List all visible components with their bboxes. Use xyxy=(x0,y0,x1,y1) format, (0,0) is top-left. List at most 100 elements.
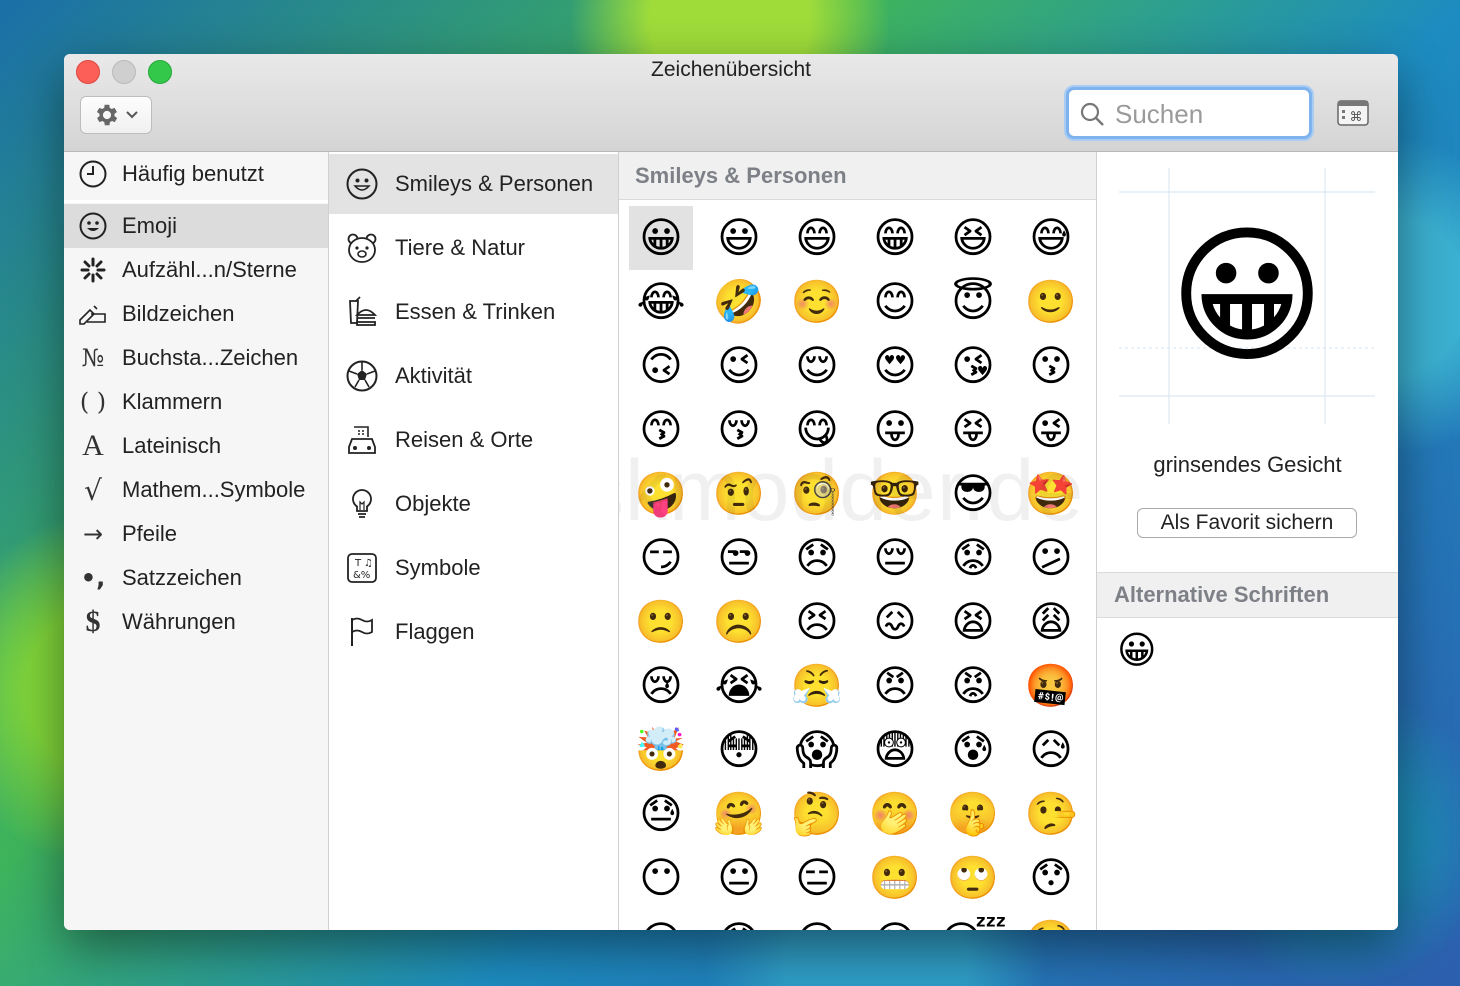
emoji-cell[interactable]: 🤔 xyxy=(785,782,849,846)
emoji-cell[interactable]: 😣 xyxy=(785,590,849,654)
emoji-cell[interactable]: 😄 xyxy=(785,206,849,270)
emoji-cell[interactable]: 😎 xyxy=(941,462,1005,526)
emoji-cell[interactable]: 😲 xyxy=(863,910,927,931)
emoji-cell[interactable]: 😱 xyxy=(785,718,849,782)
emoji-cell[interactable]: 🤭 xyxy=(863,782,927,846)
emoji-cell[interactable]: 😊 xyxy=(863,270,927,334)
emoji-cell[interactable]: 🤥 xyxy=(1019,782,1083,846)
category-tiere[interactable]: Tiere & Natur xyxy=(329,218,618,278)
emoji-cell[interactable]: 🤫 xyxy=(941,782,1005,846)
emoji-cell[interactable]: 😤 xyxy=(785,654,849,718)
emoji-cell[interactable]: 😀 xyxy=(629,206,693,270)
sidebar-item-buchstaben[interactable]: № Buchsta...Zeichen xyxy=(64,336,328,380)
emoji-cell[interactable]: 😯 xyxy=(1019,846,1083,910)
sidebar-item-bildzeichen[interactable]: Bildzeichen xyxy=(64,292,328,336)
emoji-cell[interactable]: 😗 xyxy=(1019,334,1083,398)
emoji-cell[interactable]: 😮 xyxy=(785,910,849,931)
emoji-cell[interactable]: 😘 xyxy=(941,334,1005,398)
emoji-cell[interactable]: 😋 xyxy=(785,398,849,462)
emoji-cell[interactable]: 😨 xyxy=(863,718,927,782)
category-label: Essen & Trinken xyxy=(395,299,556,324)
search-field[interactable] xyxy=(1066,87,1312,139)
keyboard-viewer-button[interactable]: ⌘ xyxy=(1336,98,1370,128)
divider xyxy=(64,200,328,203)
settings-menu-button[interactable] xyxy=(80,96,152,134)
emoji-cell[interactable]: 😬 xyxy=(863,846,927,910)
emoji-cell[interactable]: 😳 xyxy=(707,718,771,782)
emoji-cell[interactable]: 🙄 xyxy=(941,846,1005,910)
emoji-cell[interactable]: 😓 xyxy=(629,782,693,846)
emoji-cell[interactable]: 😖 xyxy=(863,590,927,654)
emoji-cell[interactable]: 😍 xyxy=(863,334,927,398)
emoji-cell[interactable]: 😛 xyxy=(863,398,927,462)
emoji-cell[interactable]: 😫 xyxy=(941,590,1005,654)
emoji-cell[interactable]: 🧐 xyxy=(785,462,849,526)
emoji-cell[interactable]: 😞 xyxy=(785,526,849,590)
category-reisen[interactable]: Reisen & Orte xyxy=(329,410,618,470)
sidebar-item-emoji[interactable]: Emoji xyxy=(64,204,328,248)
emoji-cell[interactable]: 😢 xyxy=(629,654,693,718)
emoji-cell[interactable]: 😝 xyxy=(941,398,1005,462)
emoji-cell[interactable]: 🤗 xyxy=(707,782,771,846)
emoji-cell[interactable]: 😴 xyxy=(939,910,1006,931)
emoji-cell[interactable]: 🤪 xyxy=(629,462,693,526)
emoji-cell[interactable]: 😆 xyxy=(941,206,1005,270)
category-aktivitaet[interactable]: Aktivität xyxy=(329,346,618,406)
category-symbole[interactable]: T ♫ &% Symbole xyxy=(329,538,618,598)
emoji-cell[interactable]: 😦 xyxy=(629,910,693,931)
sidebar-item-satzzeichen[interactable]: •, Satzzeichen xyxy=(64,556,328,600)
emoji-cell[interactable]: 😅 xyxy=(1019,206,1083,270)
emoji-cell[interactable]: 😭 xyxy=(707,654,771,718)
emoji-cell[interactable]: 🙁 xyxy=(629,590,693,654)
sidebar-item-pfeile[interactable]: → Pfeile xyxy=(64,512,328,556)
emoji-cell[interactable]: ☹️ xyxy=(707,590,771,654)
sidebar-item-lateinisch[interactable]: A Lateinisch xyxy=(64,424,328,468)
emoji-cell[interactable]: 🙃 xyxy=(629,334,693,398)
search-input[interactable] xyxy=(1113,96,1307,132)
emoji-cell[interactable]: 😐 xyxy=(707,846,771,910)
emoji-cell[interactable]: 🤬 xyxy=(1019,654,1083,718)
emoji-cell[interactable]: 😡 xyxy=(941,654,1005,718)
category-objekte[interactable]: Objekte xyxy=(329,474,618,534)
alternative-font-emoji[interactable]: 😀 xyxy=(1117,632,1157,670)
emoji-cell[interactable]: 🤤 xyxy=(1019,910,1083,931)
emoji-cell[interactable]: 😏 xyxy=(629,526,693,590)
emoji-cell[interactable]: 😒 xyxy=(707,526,771,590)
emoji-cell[interactable]: 😃 xyxy=(707,206,771,270)
category-essen[interactable]: Essen & Trinken xyxy=(329,282,618,342)
sidebar-item-klammern[interactable]: ( ) Klammern xyxy=(64,380,328,424)
emoji-cell[interactable]: 😶 xyxy=(629,846,693,910)
sidebar-item-haeufig[interactable]: Häufig benutzt xyxy=(64,152,328,196)
emoji-cell[interactable]: 🤓 xyxy=(863,462,927,526)
category-smileys[interactable]: Smileys & Personen xyxy=(329,154,618,214)
emoji-cell[interactable]: 🤩 xyxy=(1019,462,1083,526)
emoji-cell[interactable]: 😠 xyxy=(863,654,927,718)
sidebar-item-waehrungen[interactable]: $ Währungen xyxy=(64,600,328,644)
sidebar-item-mathe[interactable]: √ Mathem...Symbole xyxy=(64,468,328,512)
emoji-cell[interactable]: 😟 xyxy=(941,526,1005,590)
add-favorite-button[interactable]: Als Favorit sichern xyxy=(1137,508,1357,538)
emoji-cell[interactable]: 🤨 xyxy=(707,462,771,526)
emoji-cell[interactable]: 😕 xyxy=(1019,526,1083,590)
emoji-cell[interactable]: 🤯 xyxy=(629,718,693,782)
emoji-cell[interactable]: 🙂 xyxy=(1019,270,1083,334)
emoji-cell[interactable]: 😌 xyxy=(785,334,849,398)
emoji-cell[interactable]: 🤣 xyxy=(707,270,771,334)
character-name: grinsendes Gesicht xyxy=(1153,452,1342,477)
emoji-cell[interactable]: ☺️ xyxy=(785,270,849,334)
emoji-cell[interactable]: 😚 xyxy=(707,398,771,462)
emoji-cell[interactable]: 😂 xyxy=(629,270,693,334)
emoji-cell[interactable]: 😩 xyxy=(1019,590,1083,654)
emoji-cell[interactable]: 😇 xyxy=(941,270,1005,334)
emoji-cell[interactable]: 😁 xyxy=(863,206,927,270)
emoji-cell[interactable]: 😉 xyxy=(707,334,771,398)
emoji-cell[interactable]: 😔 xyxy=(863,526,927,590)
emoji-cell[interactable]: 😥 xyxy=(1019,718,1083,782)
emoji-cell[interactable]: 😧 xyxy=(707,910,771,931)
emoji-cell[interactable]: 😰 xyxy=(941,718,1005,782)
sidebar-item-sterne[interactable]: Aufzähl...n/Sterne xyxy=(64,248,328,292)
emoji-cell[interactable]: 😜 xyxy=(1019,398,1083,462)
emoji-cell[interactable]: 😑 xyxy=(785,846,849,910)
emoji-cell[interactable]: 😙 xyxy=(629,398,693,462)
category-flaggen[interactable]: Flaggen xyxy=(329,602,618,662)
